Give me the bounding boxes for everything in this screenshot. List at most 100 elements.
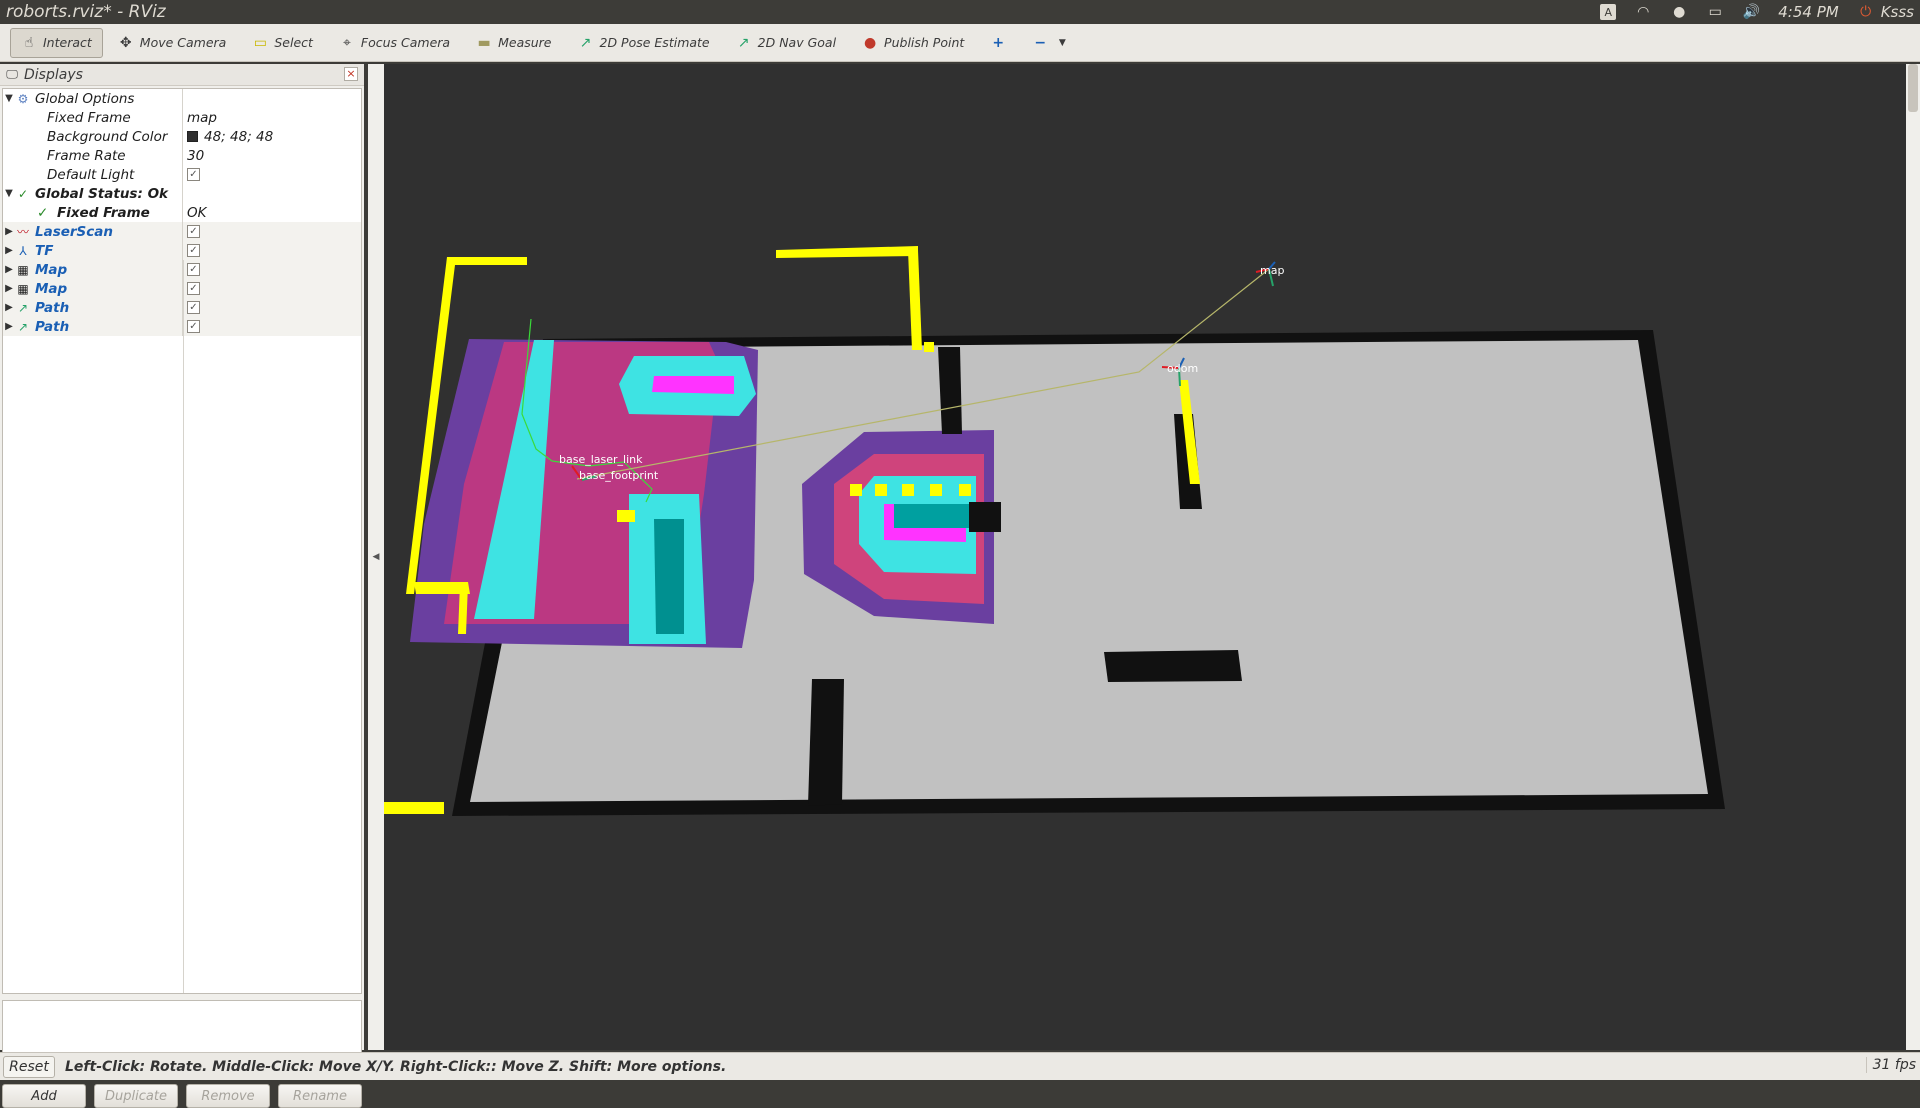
tf-icon: ⅄ — [19, 243, 27, 258]
tree-row-map-1[interactable]: ▶ ▦ Map ✓ — [3, 260, 361, 279]
costmap-lethal — [654, 519, 684, 634]
tree-row-background-color[interactable]: Background Color 48; 48; 48 — [3, 127, 361, 146]
color-swatch[interactable] — [187, 131, 198, 142]
panel-splitter[interactable]: ◀ — [368, 64, 384, 1050]
expand-arrow-icon[interactable]: ▶ — [3, 283, 15, 294]
status-bar: Reset Left-Click: Rotate. Middle-Click: … — [0, 1052, 1920, 1080]
tf-label-map: map — [1260, 264, 1284, 277]
expand-arrow-icon[interactable]: ▶ — [3, 302, 15, 313]
user-name: Ksss — [1880, 3, 1914, 21]
window-title: roborts.rviz* - RViz — [6, 2, 166, 22]
gear-icon: ⚙ — [17, 91, 29, 106]
keyboard-layout-icon[interactable]: A — [1600, 4, 1617, 20]
tree-row-map-2[interactable]: ▶ ▦ Map ✓ — [3, 279, 361, 298]
tool-measure[interactable]: ▬ Measure — [465, 28, 562, 58]
display-name: Map — [35, 280, 68, 297]
minus-icon: − — [1034, 34, 1047, 51]
expand-arrow-icon[interactable]: ▼ — [3, 93, 15, 104]
check-icon: ✓ — [17, 186, 29, 201]
expand-arrow-icon[interactable]: ▶ — [3, 321, 15, 332]
wifi-icon[interactable]: ◠ — [1634, 4, 1652, 20]
panel-buttons: Add Duplicate Remove Rename — [2, 1084, 362, 1108]
tool-focus-camera[interactable]: ⌖ Focus Camera — [328, 28, 461, 58]
reset-button[interactable]: Reset — [3, 1055, 55, 1078]
expand-arrow-icon[interactable]: ▶ — [3, 245, 15, 256]
displays-panel-header: 🖵 Displays × — [0, 64, 364, 86]
display-enabled-checkbox[interactable]: ✓ — [187, 263, 200, 276]
tf-label-base-footprint: base_footprint — [579, 469, 659, 482]
default-light-checkbox[interactable]: ✓ — [187, 168, 200, 181]
hand-icon: ☝ — [24, 34, 34, 51]
display-name: Map — [35, 261, 68, 278]
tool-label: Select — [274, 35, 313, 50]
collapse-arrow-icon[interactable]: ◀ — [373, 552, 380, 562]
status-hint: Left-Click: Rotate. Middle-Click: Move X… — [65, 1058, 727, 1075]
scrollbar-thumb[interactable] — [1908, 64, 1918, 112]
path-icon: ↗ — [17, 319, 29, 334]
tool-move-camera[interactable]: ✥ Move Camera — [107, 28, 238, 58]
tree-row-global-options[interactable]: ▼ ⚙ Global Options — [3, 89, 361, 108]
fixed-frame-value[interactable]: map — [187, 110, 217, 126]
display-name: LaserScan — [35, 223, 114, 240]
tool-select[interactable]: ▭ Select — [241, 28, 324, 58]
system-tray: A ◠ ● ▭ 🔊 4:54 PM ⏻ Ksss — [1600, 0, 1914, 24]
display-enabled-checkbox[interactable]: ✓ — [187, 282, 200, 295]
laserscan-icon: 〰 — [16, 225, 29, 239]
tool-2d-nav-goal[interactable]: ↗ 2D Nav Goal — [725, 28, 847, 58]
tool-label: Focus Camera — [360, 35, 451, 50]
tool-interact[interactable]: ☝ Interact — [10, 27, 103, 58]
tree-label: Frame Rate — [47, 147, 126, 164]
render-viewport[interactable]: map odom base_laser_link base_footprint — [384, 64, 1906, 1050]
frame-rate-value[interactable]: 30 — [187, 148, 204, 164]
battery-icon[interactable]: ▭ — [1706, 4, 1724, 20]
expand-arrow-icon[interactable]: ▶ — [3, 264, 15, 275]
tree-row-tf[interactable]: ▶ ⅄ TF ✓ — [3, 241, 361, 260]
remove-button[interactable]: Remove — [186, 1084, 270, 1108]
close-icon[interactable]: × — [344, 67, 358, 81]
tree-label: Global Options — [35, 90, 135, 107]
user-menu[interactable]: ⏻ Ksss — [1857, 3, 1914, 21]
tree-row-path-1[interactable]: ▶ ↗ Path ✓ — [3, 298, 361, 317]
tool-label: Move Camera — [139, 35, 227, 50]
tool-label: Interact — [43, 35, 92, 50]
remove-tool-button[interactable]: − ▼ — [1021, 28, 1081, 58]
viewport-scrollbar[interactable] — [1906, 64, 1920, 1050]
clock[interactable]: 4:54 PM — [1778, 3, 1838, 21]
tool-bar: ☝ Interact ✥ Move Camera ▭ Select ⌖ Focu… — [0, 24, 1920, 62]
tree-label: Default Light — [47, 166, 135, 183]
fps-counter: 31 fps — [1865, 1057, 1916, 1073]
expand-arrow-icon[interactable]: ▼ — [3, 188, 15, 199]
tool-publish-point[interactable]: ● Publish Point — [851, 28, 975, 58]
tree-label: Background Color — [47, 128, 168, 145]
display-enabled-checkbox[interactable]: ✓ — [187, 244, 200, 257]
display-tree: ▼ ⚙ Global Options Fixed Frame map Backg… — [2, 88, 362, 994]
display-enabled-checkbox[interactable]: ✓ — [187, 320, 200, 333]
tree-row-default-light[interactable]: Default Light ✓ — [3, 165, 361, 184]
scene-svg: map odom base_laser_link base_footprint — [384, 246, 1725, 816]
tree-row-frame-rate[interactable]: Frame Rate 30 — [3, 146, 361, 165]
messaging-icon[interactable]: ● — [1670, 4, 1688, 20]
tool-label: Measure — [498, 35, 552, 50]
expand-arrow-icon[interactable]: ▶ — [3, 226, 15, 237]
rename-button[interactable]: Rename — [278, 1084, 362, 1108]
duplicate-button[interactable]: Duplicate — [94, 1084, 178, 1108]
tool-2d-pose-estimate[interactable]: ↗ 2D Pose Estimate — [567, 28, 721, 58]
publish-point-icon: ● — [863, 34, 877, 51]
select-icon: ▭ — [253, 34, 267, 51]
tree-row-fixed-frame[interactable]: Fixed Frame map — [3, 108, 361, 127]
os-top-bar: roborts.rviz* - RViz A ◠ ● ▭ 🔊 4:54 PM ⏻… — [0, 0, 1920, 24]
costmap-lethal — [652, 376, 734, 394]
display-name: Path — [35, 299, 70, 316]
display-enabled-checkbox[interactable]: ✓ — [187, 225, 200, 238]
volume-icon[interactable]: 🔊 — [1742, 4, 1760, 20]
tree-row-status-fixed-frame[interactable]: ✓ Fixed Frame OK — [3, 203, 361, 222]
add-tool-button[interactable]: + — [979, 28, 1017, 58]
display-enabled-checkbox[interactable]: ✓ — [187, 301, 200, 314]
background-color-value[interactable]: 48; 48; 48 — [204, 129, 273, 145]
tree-row-path-2[interactable]: ▶ ↗ Path ✓ — [3, 317, 361, 336]
power-icon: ⏻ — [1860, 4, 1872, 20]
tree-row-laserscan[interactable]: ▶ 〰 LaserScan ✓ — [3, 222, 361, 241]
add-button[interactable]: Add — [2, 1084, 86, 1108]
tree-row-global-status[interactable]: ▼ ✓ Global Status: Ok — [3, 184, 361, 203]
map-icon: ▦ — [17, 281, 29, 296]
